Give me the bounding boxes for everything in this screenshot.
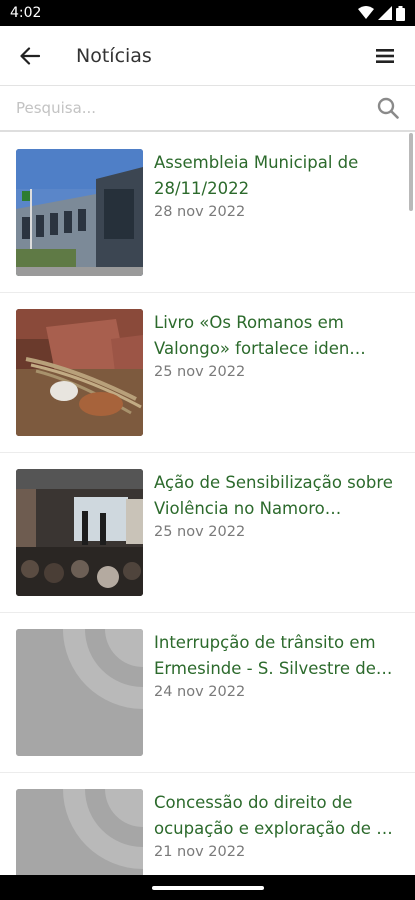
news-date: 25 nov 2022 [154,364,246,380]
search-bar [0,86,415,132]
system-nav-bar [0,875,415,900]
news-thumbnail-building [16,149,143,276]
placeholder-image-icon [16,629,143,756]
placeholder-image-icon [16,789,143,875]
news-thumbnail-placeholder [16,629,143,756]
scrollbar[interactable] [409,133,413,211]
news-item[interactable]: Ação de Sensibilização sobre Violência n… [0,453,415,613]
news-thumbnail-auditorium [16,469,143,596]
news-date: 25 nov 2022 [154,524,246,540]
menu-button[interactable] [355,26,415,86]
news-date: 24 nov 2022 [154,684,246,700]
status-bar: 4:02 [0,0,415,26]
news-title: Livro «Os Romanos em Valongo» fortalece … [154,313,366,358]
app-bar: Notícias [0,26,415,86]
status-icons [358,5,405,21]
wifi-icon [358,6,374,19]
page-title: Notícias [76,44,152,67]
news-item[interactable]: Interrupção de trânsito em Ermesinde - S… [0,613,415,773]
home-gesture-handle[interactable] [151,885,264,890]
status-time: 4:02 [10,5,42,21]
search-icon [377,97,399,119]
news-item[interactable]: Assembleia Municipal de 28/11/2022 28 no… [0,133,415,293]
news-title: Ação de Sensibilização sobre Violência n… [154,473,393,518]
news-title: Assembleia Municipal de 28/11/2022 [154,153,359,198]
news-date: 28 nov 2022 [154,204,246,220]
news-date: 21 nov 2022 [154,844,246,860]
news-thumbnail-placeholder [16,789,143,875]
signal-icon [378,6,392,20]
back-button[interactable] [0,26,60,86]
news-item[interactable]: Concessão do direito de ocupação e explo… [0,773,415,875]
battery-icon [396,5,405,21]
news-thumbnail-book [16,309,143,436]
news-title: Concessão do direito de ocupação e explo… [154,793,393,838]
news-item[interactable]: Livro «Os Romanos em Valongo» fortalece … [0,293,415,453]
hamburger-menu-icon [376,48,394,63]
arrow-left-icon [20,46,40,65]
search-input[interactable] [0,86,361,130]
search-button[interactable] [361,85,415,131]
news-title: Interrupção de trânsito em Ermesinde - S… [154,633,393,678]
news-list[interactable]: Assembleia Municipal de 28/11/2022 28 no… [0,133,415,875]
